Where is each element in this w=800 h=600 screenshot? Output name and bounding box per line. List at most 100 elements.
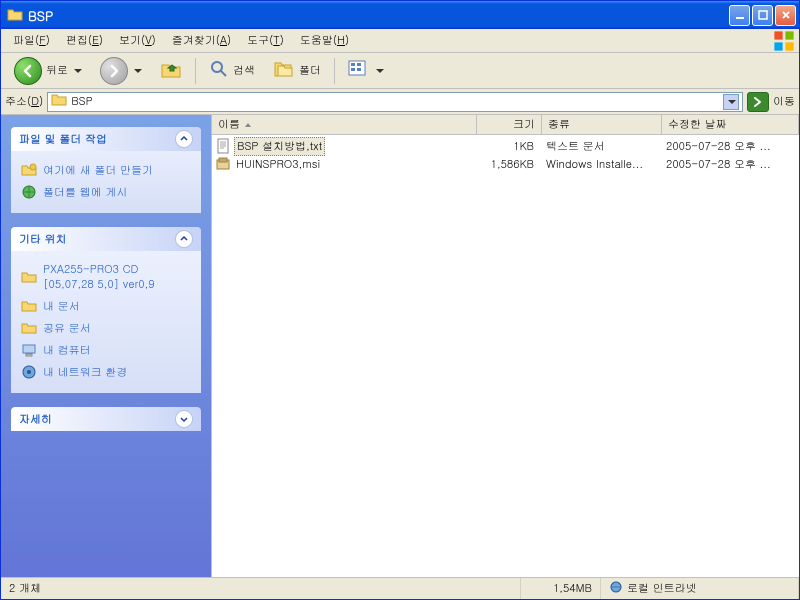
new-folder-icon (21, 162, 37, 178)
link-label: 내 문서 (43, 299, 80, 314)
minimize-button[interactable] (729, 5, 750, 26)
chevron-down-icon (376, 69, 384, 73)
back-label: 뒤로 (46, 63, 68, 78)
network-icon (21, 364, 37, 380)
explorer-window: BSP 파일(F) 편집(E) 보기(V) 즐겨찾기(A) 도구(T) 도움말(… (0, 0, 800, 600)
file-row[interactable]: HUINSPRO3,msi 1,586KB Windows Installe..… (212, 155, 799, 173)
details-header[interactable]: 자세히 (11, 407, 201, 431)
folders-label: 폴더 (299, 63, 321, 78)
folder-icon (21, 298, 37, 314)
details-box: 자세히 (11, 407, 201, 431)
status-size: 1,54MB (521, 578, 601, 599)
address-field[interactable]: BSP (47, 92, 743, 112)
maximize-button[interactable] (752, 5, 773, 26)
col-name[interactable]: 이름 (212, 115, 477, 134)
col-size[interactable]: 크기 (477, 115, 542, 134)
collapse-icon[interactable] (175, 230, 193, 248)
computer-icon (21, 342, 37, 358)
place-link-parent[interactable]: PXA255-PRO3 CD [05,07,28 5,0] ver0,9 (21, 259, 191, 295)
title-bar: BSP (1, 1, 799, 29)
back-icon (14, 57, 42, 85)
file-size: 1,586KB (475, 157, 540, 172)
file-type: Windows Installe... (540, 157, 660, 172)
col-type[interactable]: 종류 (542, 115, 662, 134)
place-link-mydocs[interactable]: 내 문서 (21, 295, 191, 317)
zone-icon (609, 580, 623, 598)
menu-view[interactable]: 보기(V) (111, 30, 164, 51)
chevron-down-icon (728, 100, 736, 104)
search-label: 검색 (233, 63, 255, 78)
forward-icon (100, 57, 128, 85)
status-count: 2 개체 (1, 578, 521, 599)
menu-help[interactable]: 도움말(H) (292, 30, 357, 51)
collapse-icon[interactable] (175, 130, 193, 148)
status-bar: 2 개체 1,54MB 로컬 인트라넷 (1, 577, 799, 599)
search-icon (209, 59, 229, 83)
menu-file[interactable]: 파일(F) (5, 30, 58, 51)
file-date: 2005-07-28 오후 ... (660, 139, 771, 154)
go-label: 이동 (773, 94, 795, 109)
body: 파일 및 폴더 작업 여기에 새 폴더 만들기 폴더를 웹에 게시 (1, 115, 799, 577)
web-publish-icon (21, 184, 37, 200)
windows-flag-icon (773, 30, 795, 52)
file-name: BSP 설치방법,txt (234, 137, 325, 156)
file-list-area: 이름 크기 종류 수정한 날짜 BSP 설치방법,txt 1KB 텍스트 문서 … (211, 115, 799, 577)
link-label: 폴더를 웹에 게시 (43, 185, 127, 200)
toolbar: 뒤로 검색 폴더 (1, 53, 799, 89)
views-icon (348, 60, 370, 82)
close-button[interactable] (775, 5, 796, 26)
up-button[interactable] (153, 54, 189, 88)
address-bar: 주소(D) BSP 이동 (1, 89, 799, 115)
tasks-panel: 파일 및 폴더 작업 여기에 새 폴더 만들기 폴더를 웹에 게시 (1, 115, 211, 577)
chevron-down-icon (134, 69, 142, 73)
address-path: BSP (71, 94, 719, 109)
folder-icon (21, 269, 37, 285)
address-dropdown[interactable] (723, 94, 739, 110)
menu-favorites[interactable]: 즐겨찾기(A) (164, 30, 239, 51)
new-folder-link[interactable]: 여기에 새 폴더 만들기 (21, 159, 191, 181)
window-title: BSP (28, 6, 729, 25)
place-link-network[interactable]: 내 네트워크 환경 (21, 361, 191, 383)
folders-button[interactable]: 폴더 (266, 54, 328, 88)
col-date[interactable]: 수정한 날짜 (662, 115, 799, 134)
link-label: 내 컴퓨터 (43, 343, 91, 358)
search-button[interactable]: 검색 (202, 55, 262, 87)
place-link-shareddocs[interactable]: 공유 문서 (21, 317, 191, 339)
msi-file-icon (215, 156, 231, 172)
go-button[interactable] (747, 92, 769, 112)
other-places-box: 기타 위치 PXA255-PRO3 CD [05,07,28 5,0] ver0… (11, 227, 201, 393)
text-file-icon (215, 138, 231, 154)
address-label: 주소(D) (5, 94, 43, 109)
back-button[interactable]: 뒤로 (7, 53, 89, 89)
window-buttons (729, 5, 796, 26)
link-label: 내 네트워크 환경 (43, 365, 127, 380)
sort-asc-icon (244, 121, 252, 129)
folder-icon (51, 92, 67, 112)
separator (334, 58, 335, 84)
link-label: PXA255-PRO3 CD [05,07,28 5,0] ver0,9 (43, 262, 191, 292)
folder-icon (7, 7, 23, 23)
up-icon (160, 58, 182, 84)
chevron-down-icon (74, 69, 82, 73)
tasks-header[interactable]: 파일 및 폴더 작업 (11, 127, 201, 151)
folder-icon (21, 320, 37, 336)
file-name: HUINSPRO3,msi (234, 156, 322, 173)
file-row[interactable]: BSP 설치방법,txt 1KB 텍스트 문서 2005-07-28 오후 ..… (212, 137, 799, 155)
views-button[interactable] (341, 56, 391, 86)
link-label: 여기에 새 폴더 만들기 (43, 163, 153, 178)
file-size: 1KB (475, 139, 540, 154)
other-places-header[interactable]: 기타 위치 (11, 227, 201, 251)
folders-icon (273, 58, 295, 84)
file-list[interactable]: BSP 설치방법,txt 1KB 텍스트 문서 2005-07-28 오후 ..… (212, 135, 799, 577)
place-link-mycomputer[interactable]: 내 컴퓨터 (21, 339, 191, 361)
forward-button[interactable] (93, 53, 149, 89)
file-folder-tasks-box: 파일 및 폴더 작업 여기에 새 폴더 만들기 폴더를 웹에 게시 (11, 127, 201, 213)
menu-tools[interactable]: 도구(T) (239, 30, 292, 51)
separator (195, 58, 196, 84)
column-headers: 이름 크기 종류 수정한 날짜 (212, 115, 799, 135)
expand-icon[interactable] (175, 410, 193, 428)
file-type: 텍스트 문서 (540, 139, 660, 154)
menu-edit[interactable]: 편집(E) (58, 30, 111, 51)
publish-web-link[interactable]: 폴더를 웹에 게시 (21, 181, 191, 203)
file-date: 2005-07-28 오후 ... (660, 157, 771, 172)
